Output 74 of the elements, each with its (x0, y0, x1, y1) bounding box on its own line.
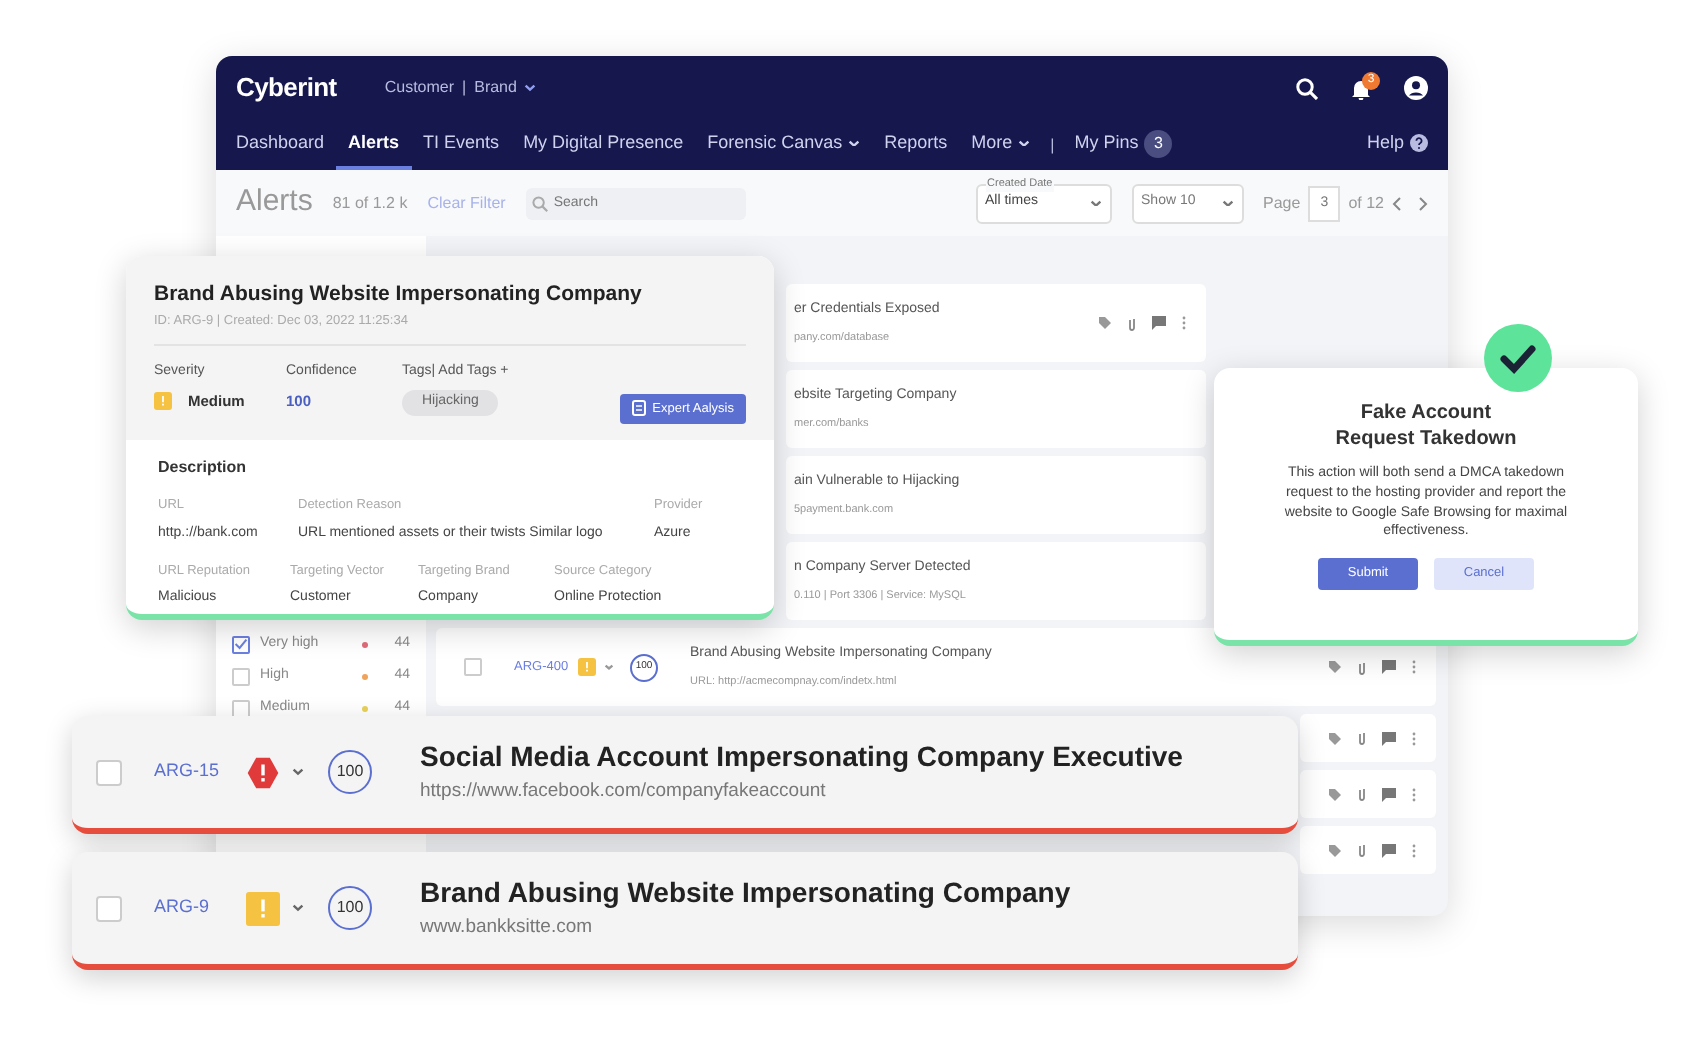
warning-square-icon (578, 658, 596, 676)
caret-icon (524, 84, 537, 92)
alert-row[interactable] (1300, 714, 1436, 762)
document-icon (632, 400, 647, 417)
tag-icon[interactable] (1328, 843, 1342, 857)
paperclip-icon[interactable] (1128, 315, 1136, 331)
warning-square-icon (154, 392, 172, 411)
help-icon (1410, 134, 1428, 152)
chevron-left-icon (1392, 195, 1402, 211)
paperclip-icon[interactable] (1358, 730, 1366, 746)
checkbox[interactable] (232, 699, 250, 717)
dialog-title: Fake Account Request Takedown (1333, 400, 1519, 452)
checkbox[interactable] (232, 667, 250, 685)
paperclip-icon[interactable] (1358, 786, 1366, 802)
comment-icon[interactable] (1382, 843, 1396, 857)
nav-tab[interactable]: Dashboard (224, 120, 337, 170)
alert-title: Social Media Account Impersonating Company Executive (420, 738, 1183, 777)
logo: Cyberint (236, 70, 337, 107)
help-link[interactable]: Help (1354, 120, 1440, 170)
checkbox[interactable] (464, 658, 482, 676)
confidence-score: 100 (328, 886, 372, 930)
checkbox[interactable] (232, 635, 250, 653)
caret-icon (292, 904, 304, 912)
paperclip-icon[interactable] (1358, 659, 1366, 675)
comment-icon[interactable] (1382, 660, 1396, 674)
paperclip-icon[interactable] (1358, 842, 1366, 858)
tag-icon[interactable] (1328, 731, 1342, 745)
section-title: Description (158, 456, 249, 481)
nav-tab[interactable]: Reports (872, 120, 960, 170)
alert-id-link[interactable]: ARG-9 (154, 894, 246, 922)
alert-row[interactable] (1300, 826, 1436, 874)
tag-icon[interactable] (1098, 316, 1112, 330)
checkmark-icon (1484, 324, 1552, 392)
alert-id-link[interactable]: ARG-15 (154, 758, 246, 786)
tag-icon[interactable] (1328, 660, 1342, 674)
page-total: of 12 (1348, 191, 1384, 215)
result-count: 81 of 1.2 k (332, 191, 408, 215)
alert-url: www.bankksitte.com (420, 914, 595, 943)
previous-page-button[interactable] (1392, 195, 1402, 211)
confidence-score: 100 (328, 750, 372, 794)
alert-hexagon-icon (246, 755, 280, 789)
caret-icon (1221, 199, 1234, 207)
alert-card[interactable]: ARG-15 100 Social Media Account Impersonating Company Executive https://www.facebook.com/companyfakeaccount (72, 716, 1298, 834)
chevron-right-icon (1418, 195, 1428, 211)
next-page-button[interactable] (1418, 195, 1428, 211)
alert-title: Brand Abusing Website Impersonating Company (420, 874, 1071, 913)
caret-icon (292, 768, 304, 776)
nav-tab[interactable]: TI Events (411, 120, 512, 170)
warning-square-icon (246, 891, 280, 925)
alert-row[interactable] (1300, 770, 1436, 818)
comment-icon[interactable] (1382, 731, 1396, 745)
nav-tab[interactable]: More (959, 120, 1043, 170)
tag-icon[interactable] (1328, 787, 1342, 801)
separator: | (462, 76, 467, 100)
checkbox[interactable] (96, 895, 122, 921)
search-icon[interactable] (1296, 77, 1318, 99)
caret-icon (604, 664, 614, 670)
nav-tab[interactable]: Forensic Canvas (695, 120, 873, 170)
page-label: Page (1263, 191, 1301, 215)
separator: | (1050, 133, 1055, 157)
checkbox[interactable] (96, 759, 122, 785)
comment-icon[interactable] (1382, 787, 1396, 801)
nav-tab[interactable]: My Digital Presence (511, 120, 696, 170)
pin-count: 3 (1144, 129, 1173, 157)
brand-dropdown[interactable]: Brand (474, 76, 537, 100)
page-title: Alerts (236, 182, 313, 223)
alert-url: https://www.facebook.com/companyfakeaccount (420, 778, 828, 807)
card-title: Brand Abusing Website Impersonating Company (154, 280, 644, 310)
user-icon[interactable] (1404, 76, 1428, 100)
comment-icon[interactable] (1152, 316, 1166, 330)
customer-label: Customer (384, 76, 455, 100)
alert-card[interactable]: ARG-9 100 Brand Abusing Website Impersonating Company www.bankksitte.com (72, 852, 1298, 970)
caret-icon (1089, 199, 1102, 207)
my-pins-tab[interactable]: My Pins 3 (1062, 120, 1185, 170)
